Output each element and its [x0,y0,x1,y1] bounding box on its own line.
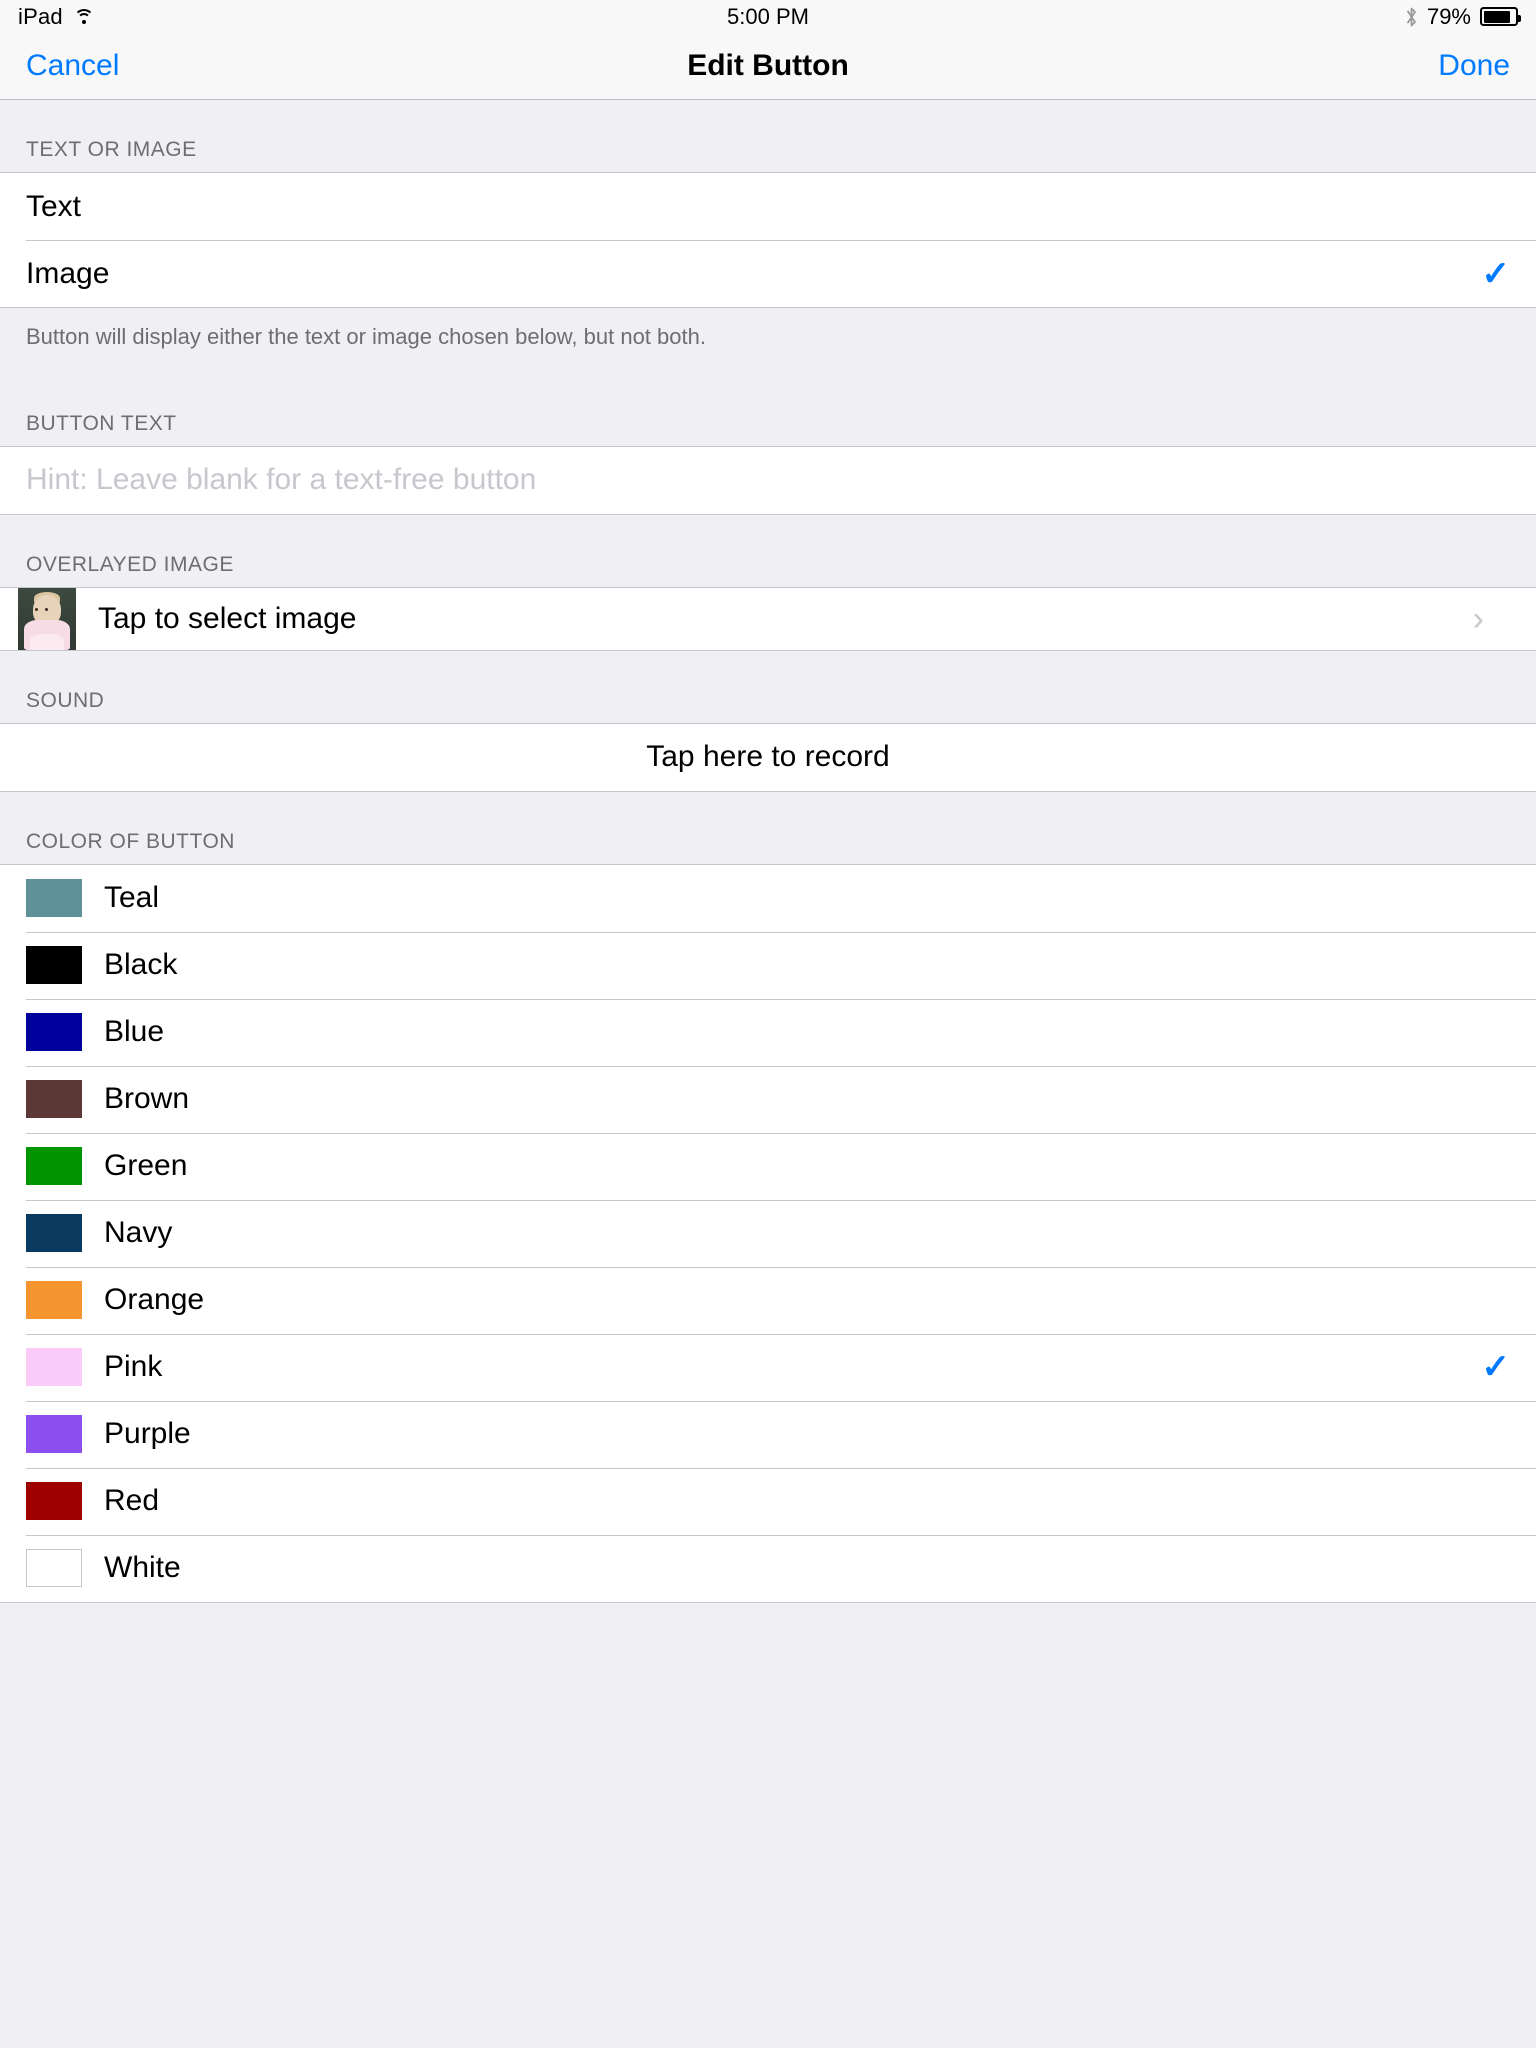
color-swatch [26,1281,82,1320]
color-row[interactable]: Purple [0,1400,1536,1468]
color-label: Purple [104,1417,191,1451]
select-image-label-wrap: Tap to select image › [76,588,1510,650]
color-label: Black [104,948,178,982]
color-label: Navy [104,1216,173,1250]
battery-icon [1480,7,1521,26]
color-label: White [104,1551,181,1585]
color-swatch [26,879,82,918]
edit-button-screen: iPad 5:00 PM 79% Cancel Edit Button Done… [0,0,1536,2048]
wifi-icon [73,8,95,25]
color-swatch [26,1549,82,1588]
color-list: Teal Black Blue Brown Green Navy Orange Pink ✓ Pu… [0,863,1536,1603]
section-header-overlayed-image: OVERLAYED IMAGE [0,514,1536,587]
section-header-color-of-button: COLOR OF BUTTON [0,791,1536,864]
color-row[interactable]: Blue [0,998,1536,1066]
option-row-text[interactable]: Text [0,173,1536,240]
page-title: Edit Button [687,49,849,82]
text-or-image-cells: Text Image ✓ [0,172,1536,308]
color-label: Teal [104,881,160,915]
color-row[interactable]: Red [0,1467,1536,1535]
color-row[interactable]: Pink ✓ [0,1333,1536,1401]
option-label-text: Text [26,189,82,223]
color-swatch [26,1147,82,1186]
color-swatch [26,1214,82,1253]
overlayed-image-cells: Tap to select image › [0,586,1536,651]
color-swatch [26,1013,82,1052]
color-row[interactable]: White [0,1534,1536,1602]
color-label: Pink [104,1350,163,1384]
status-bar-left: iPad [18,4,95,30]
option-row-image[interactable]: Image ✓ [0,240,1536,307]
done-button[interactable]: Done [1438,49,1510,83]
option-label-image: Image [26,256,110,290]
status-bar-clock: 5:00 PM [727,3,809,29]
status-bar-right: 79% [1405,3,1521,30]
section-header-button-text: BUTTON TEXT [0,373,1536,446]
color-row[interactable]: Orange [0,1266,1536,1334]
color-row[interactable]: Teal [0,864,1536,932]
select-image-label: Tap to select image [98,601,357,635]
color-swatch [26,1482,82,1521]
color-swatch [26,1348,82,1387]
color-row[interactable]: Brown [0,1065,1536,1133]
color-swatch [26,946,82,985]
checkmark-icon: ✓ [1481,1348,1511,1387]
color-label: Brown [104,1082,190,1116]
bluetooth-icon [1405,6,1418,28]
navigation-bar: Cancel Edit Button Done [0,33,1536,100]
button-text-row[interactable]: Hint: Leave blank for a text-free button [0,446,1536,514]
battery-percent-label: 79% [1426,3,1471,29]
section-header-sound: SOUND [0,650,1536,723]
color-label: Blue [104,1015,165,1049]
color-label: Red [104,1484,160,1518]
sound-cells: Tap here to record [0,722,1536,792]
chevron-right-icon: › [1472,599,1484,638]
button-text-cells: Hint: Leave blank for a text-free button [0,445,1536,515]
baby-photo-thumbnail-icon [18,587,76,650]
record-sound-row[interactable]: Tap here to record [0,723,1536,791]
color-swatch [26,1080,82,1119]
color-row[interactable]: Green [0,1132,1536,1200]
color-label: Orange [104,1283,205,1317]
color-row[interactable]: Black [0,931,1536,999]
record-sound-label: Tap here to record [646,740,890,774]
color-row[interactable]: Navy [0,1199,1536,1267]
status-bar: iPad 5:00 PM 79% [0,0,1536,33]
button-text-input[interactable]: Hint: Leave blank for a text-free button [26,463,536,497]
checkmark-icon: ✓ [1481,254,1511,293]
color-swatch [26,1415,82,1454]
section-header-text-or-image: TEXT OR IMAGE [0,100,1536,172]
select-image-row[interactable]: Tap to select image › [0,587,1536,650]
carrier-label: iPad [18,3,63,29]
color-label: Green [104,1149,188,1183]
section-footer-text-or-image: Button will display either the text or i… [0,308,1536,374]
cancel-button[interactable]: Cancel [26,49,119,83]
